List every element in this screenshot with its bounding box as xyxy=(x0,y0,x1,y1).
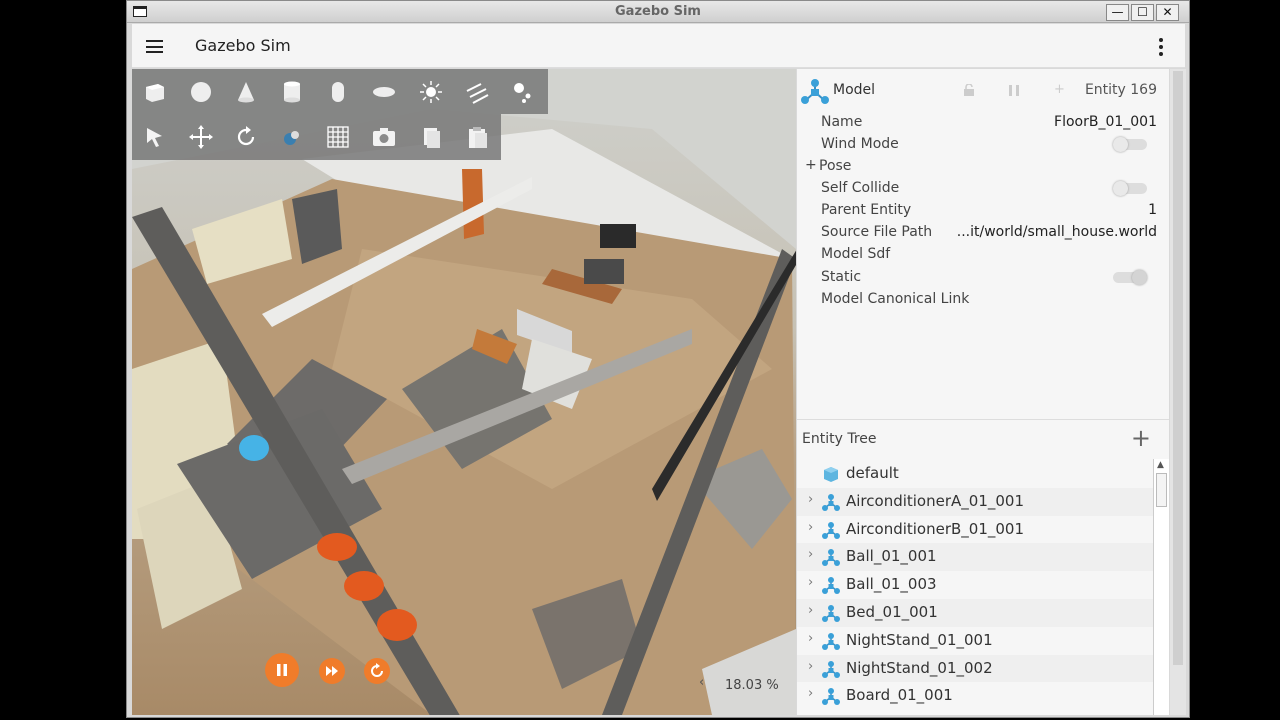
app-window: Gazebo Sim — ☐ ✕ Gazebo Sim ‹ 18.03 % Mo… xyxy=(126,0,1190,718)
scene-render xyxy=(132,69,796,715)
lock-icon[interactable] xyxy=(963,84,975,96)
tree-item[interactable]: › AirconditionerB_01_001 xyxy=(797,515,1153,544)
property-parent-entity: Parent Entity 1 xyxy=(821,202,1157,218)
model-icon xyxy=(801,79,829,104)
chevron-right-icon[interactable]: › xyxy=(808,492,813,507)
step-forward-button[interactable] xyxy=(319,658,345,684)
tree-item-default[interactable]: default xyxy=(797,460,1153,488)
chevron-right-icon[interactable]: › xyxy=(808,631,813,646)
property-wind-mode: Wind Mode xyxy=(797,133,1169,155)
component-type-label: Model xyxy=(833,82,876,98)
self-collide-toggle[interactable] xyxy=(1113,181,1147,196)
reset-icon xyxy=(371,663,383,677)
select-arrow-icon[interactable] xyxy=(142,124,168,150)
model-icon xyxy=(822,688,840,706)
panel-scrollbar[interactable] xyxy=(1170,69,1186,715)
sphere-shape-icon[interactable] xyxy=(188,79,214,105)
app-bar: Gazebo Sim xyxy=(132,24,1185,68)
shapes-toolbar xyxy=(132,69,548,114)
tree-item[interactable]: › Board_01_001 xyxy=(797,682,1153,711)
spot-light-icon[interactable] xyxy=(510,79,536,105)
tree-item[interactable]: › Ball_01_003 xyxy=(797,571,1153,600)
entity-tree-title: Entity Tree xyxy=(802,431,877,447)
pause-button[interactable] xyxy=(265,653,299,687)
scroll-up-icon[interactable]: ▲ xyxy=(1157,460,1164,470)
capsule-shape-icon[interactable] xyxy=(325,79,351,105)
pause-icon xyxy=(277,664,287,676)
add-entity-button[interactable]: + xyxy=(1131,424,1151,452)
close-button[interactable]: ✕ xyxy=(1156,4,1179,21)
entity-tree-scrollbar[interactable]: ▲ xyxy=(1153,459,1169,715)
property-model-canonical-link: Model Canonical Link xyxy=(821,291,970,307)
component-inspector-header: Model + Entity 169 xyxy=(797,69,1169,111)
panel-scrollbar-thumb[interactable] xyxy=(1173,71,1183,665)
directional-light-icon[interactable] xyxy=(464,79,490,105)
app-title: Gazebo Sim xyxy=(195,36,291,55)
world-icon xyxy=(824,467,838,482)
grid-config-icon[interactable] xyxy=(325,124,351,150)
box-shape-icon[interactable] xyxy=(142,79,168,105)
wind-mode-toggle[interactable] xyxy=(1113,137,1147,152)
property-self-collide: Self Collide xyxy=(797,177,1169,199)
model-name-value[interactable]: FloorB_01_001 xyxy=(1054,114,1157,130)
property-name: Name FloorB_01_001 xyxy=(821,114,1157,130)
add-component-icon[interactable]: + xyxy=(1054,82,1065,97)
property-model-sdf[interactable]: Model Sdf xyxy=(797,243,1169,265)
transform-toolbar xyxy=(132,114,501,160)
model-icon xyxy=(822,521,840,539)
tree-item[interactable]: › NightStand_01_002 xyxy=(797,654,1153,683)
cylinder-shape-icon[interactable] xyxy=(279,79,305,105)
chevron-right-icon[interactable]: › xyxy=(808,520,813,535)
property-static: Static xyxy=(797,266,1169,288)
model-icon xyxy=(822,549,840,567)
zoom-arrow-icon[interactable]: ‹ xyxy=(699,675,704,690)
model-icon xyxy=(822,493,840,511)
model-icon xyxy=(822,660,840,678)
entity-id-label: Entity 169 xyxy=(1084,82,1157,98)
fast-forward-icon xyxy=(326,666,338,676)
reset-button[interactable] xyxy=(364,658,390,684)
static-toggle[interactable] xyxy=(1113,270,1147,285)
model-icon xyxy=(822,632,840,650)
entity-tree-header: Entity Tree + xyxy=(797,419,1169,457)
hamburger-menu-icon[interactable] xyxy=(146,40,163,53)
maximize-button[interactable]: ☐ xyxy=(1131,4,1154,21)
cone-shape-icon[interactable] xyxy=(233,79,259,105)
expand-icon[interactable]: + xyxy=(805,157,817,173)
tree-item[interactable]: › NightStand_01_001 xyxy=(797,626,1153,655)
chevron-right-icon[interactable]: › xyxy=(808,686,813,701)
scrollbar-thumb[interactable] xyxy=(1156,473,1167,507)
camera-icon[interactable] xyxy=(371,124,397,150)
tree-item[interactable]: › Bed_01_001 xyxy=(797,599,1153,627)
chevron-right-icon[interactable]: › xyxy=(808,547,813,562)
chevron-right-icon[interactable]: › xyxy=(808,659,813,674)
property-source-file-path: Source File Path ...it/world/small_house… xyxy=(821,224,1157,240)
copy-icon[interactable] xyxy=(418,124,444,150)
model-icon xyxy=(822,577,840,595)
scene-3d-viewport[interactable]: ‹ 18.03 % xyxy=(132,69,796,715)
view-angle-icon[interactable] xyxy=(279,124,305,150)
ellipsoid-shape-icon[interactable] xyxy=(371,79,397,105)
rotate-icon[interactable] xyxy=(233,124,259,150)
point-light-icon[interactable] xyxy=(418,79,444,105)
tree-item[interactable]: › Ball_01_001 xyxy=(797,543,1153,572)
paste-icon[interactable] xyxy=(464,124,490,150)
window-title: Gazebo Sim xyxy=(615,4,701,19)
property-pose[interactable]: + Pose xyxy=(797,155,1169,177)
minimize-button[interactable]: — xyxy=(1106,4,1129,21)
tree-item[interactable]: › AirconditionerA_01_001 xyxy=(797,487,1153,516)
model-icon xyxy=(822,605,840,622)
pause-updates-icon[interactable] xyxy=(1008,84,1020,97)
overflow-menu-icon[interactable] xyxy=(1159,38,1163,59)
title-bar: Gazebo Sim — ☐ ✕ xyxy=(127,1,1189,23)
real-time-factor: 18.03 % xyxy=(725,678,779,693)
right-panel: Model + Entity 169 Name FloorB_01_001 Wi… xyxy=(797,69,1169,715)
translate-icon[interactable] xyxy=(188,124,214,150)
chevron-right-icon[interactable]: › xyxy=(808,575,813,590)
chevron-right-icon[interactable]: › xyxy=(808,603,813,618)
